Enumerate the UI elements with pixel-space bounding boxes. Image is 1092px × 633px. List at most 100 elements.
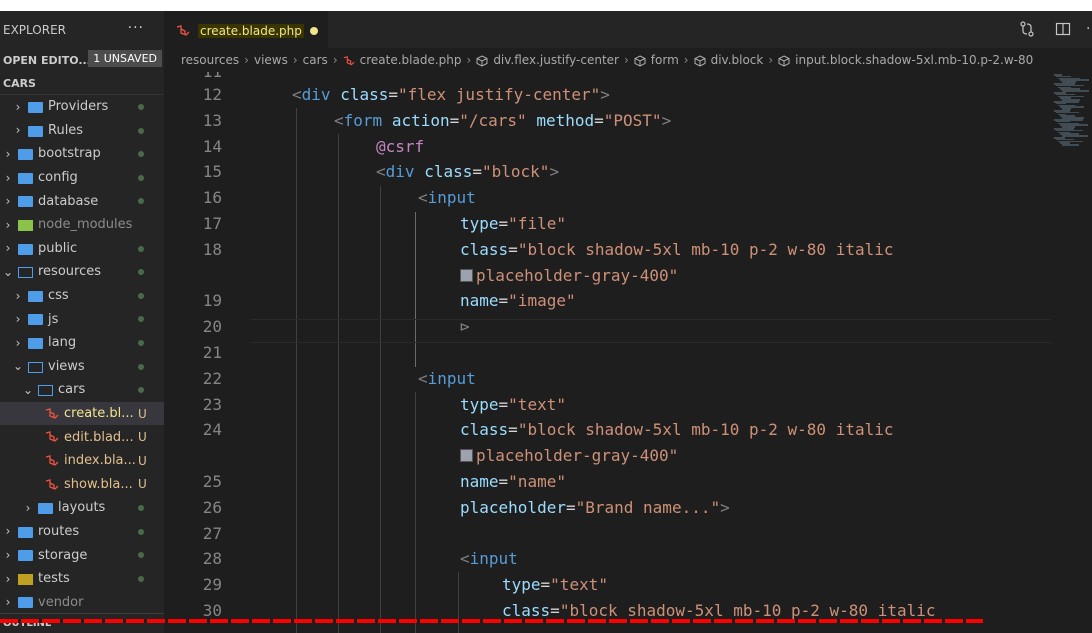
code-line[interactable]: placeholder="Brand name..."> — [460, 498, 730, 517]
tab-bar: create.blade.php · — [164, 11, 1092, 49]
tree-item[interactable]: › public — [0, 237, 164, 261]
breadcrumb-item[interactable]: resources — [181, 53, 239, 67]
chevron-right-icon[interactable]: › — [23, 501, 33, 515]
untracked-status-badge: U — [138, 406, 147, 421]
code-line[interactable]: <input — [418, 188, 476, 207]
more-actions-icon[interactable]: ··· — [128, 20, 144, 36]
tree-item[interactable]: › database — [0, 189, 164, 213]
chevron-right-icon[interactable]: › — [3, 218, 13, 232]
code-line[interactable]: class="block shadow-5xl mb-10 p-2 w-80 i… — [460, 420, 894, 439]
tree-item[interactable]: show.bla... U — [0, 473, 164, 497]
tree-item[interactable]: edit.blad... U — [0, 425, 164, 449]
chevron-right-icon[interactable]: › — [13, 100, 23, 114]
tree-item[interactable]: › Providers — [0, 95, 164, 119]
breadcrumb-label: form — [650, 53, 679, 67]
chevron-right-icon[interactable]: › — [13, 312, 23, 326]
chevron-right-icon[interactable]: › — [3, 171, 13, 185]
line-number: 25 — [202, 472, 222, 491]
chevron-right-icon[interactable]: › — [3, 595, 13, 609]
code-line[interactable]: placeholder-gray-400" — [460, 266, 678, 285]
code-line[interactable]: <input — [418, 369, 476, 388]
line-number: 22 — [202, 368, 222, 388]
breadcrumb-separator-icon: › — [332, 53, 338, 67]
chevron-right-icon[interactable]: › — [3, 147, 13, 161]
tree-item[interactable]: › lang — [0, 331, 164, 355]
tab-create-blade[interactable]: create.blade.php — [164, 11, 328, 49]
code-line[interactable]: class="block shadow-5xl mb-10 p-2 w-80 i… — [460, 240, 894, 259]
tree-item-label: config — [38, 170, 78, 186]
tree-item[interactable]: › css — [0, 284, 164, 308]
breadcrumb-item[interactable]: create.blade.php — [343, 53, 462, 67]
git-status-dot-icon — [138, 363, 144, 370]
tree-item[interactable]: ⌄ views — [0, 355, 164, 379]
tree-item[interactable]: › routes — [0, 520, 164, 544]
code-line[interactable]: <div class="block"> — [376, 162, 559, 181]
code-line[interactable]: name="image" — [460, 291, 576, 310]
breadcrumb-item[interactable]: cars — [303, 53, 328, 67]
tree-item[interactable]: › storage — [0, 543, 164, 567]
breadcrumb-item[interactable]: div.flex.justify-center — [476, 53, 619, 67]
more-actions-icon[interactable]: · — [1086, 21, 1092, 37]
tree-item[interactable]: › Rules — [0, 119, 164, 143]
breadcrumb-separator-icon: › — [244, 53, 249, 67]
tree-item[interactable]: ⌄ resources — [0, 260, 164, 284]
minimap-line — [1062, 135, 1088, 137]
chevron-right-icon[interactable]: › — [13, 123, 23, 137]
folder-icon — [18, 550, 33, 562]
tree-item[interactable]: › vendor — [0, 590, 164, 614]
chevron-down-icon[interactable]: ⌄ — [3, 265, 13, 279]
tree-item[interactable]: › config — [0, 166, 164, 190]
code-line[interactable]: ⊳ — [460, 317, 470, 336]
minimap[interactable] — [1052, 72, 1092, 633]
breadcrumb-item[interactable]: input.block.shadow-5xl.mb-10.p-2.w-80 — [778, 53, 1033, 67]
chevron-down-icon[interactable]: ⌄ — [13, 359, 23, 373]
tree-item[interactable]: › node_modules — [0, 213, 164, 237]
chevron-right-icon[interactable]: › — [3, 194, 13, 208]
breadcrumb-item[interactable]: div.block — [694, 53, 763, 67]
tree-item[interactable]: ⌄ cars — [0, 378, 164, 402]
chevron-right-icon[interactable]: › — [3, 548, 13, 562]
tree-item[interactable]: › tests — [0, 567, 164, 591]
tree-item[interactable]: create.bl... U — [0, 401, 164, 426]
line-number: 27 — [202, 523, 222, 543]
chevron-right-icon[interactable]: › — [3, 572, 13, 586]
breadcrumb-item[interactable]: views — [254, 53, 288, 67]
code-line[interactable]: type="file" — [460, 214, 566, 233]
code-line[interactable]: <input — [460, 549, 518, 568]
project-section[interactable]: CARS — [0, 72, 164, 95]
code-line[interactable]: placeholder-gray-400" — [460, 446, 678, 465]
outline-section[interactable]: OUTLINE — [0, 613, 164, 633]
code-line[interactable]: type="text" — [502, 575, 608, 594]
split-editor-icon[interactable] — [1055, 21, 1071, 37]
tree-item-label: Providers — [48, 99, 109, 115]
code-token: = — [565, 497, 576, 517]
chevron-right-icon[interactable]: › — [3, 241, 13, 255]
tree-item[interactable]: › js — [0, 307, 164, 331]
open-editors-section[interactable]: OPEN EDITO... 1 UNSAVED — [0, 48, 164, 72]
code-line[interactable]: type="text" — [460, 395, 566, 414]
tree-item[interactable]: › bootstrap — [0, 142, 164, 166]
tree-item-label: create.bl... — [64, 406, 134, 422]
color-swatch-icon[interactable] — [460, 449, 473, 463]
code-line[interactable]: name="name" — [460, 472, 566, 491]
project-label: CARS — [3, 76, 36, 90]
chevron-right-icon[interactable]: › — [13, 336, 23, 350]
code-line[interactable]: <div class="flex justify-center"> — [292, 85, 610, 104]
unsaved-dot-icon[interactable] — [310, 27, 318, 35]
code-line[interactable]: @csrf — [376, 137, 424, 156]
code-line[interactable]: <form action="/cars" method="POST"> — [334, 111, 671, 130]
chevron-down-icon[interactable]: ⌄ — [23, 383, 33, 397]
code-editor[interactable]: 11 12<div class="flex justify-center">13… — [164, 72, 1092, 633]
chevron-right-icon[interactable]: › — [3, 524, 13, 538]
breadcrumb-item[interactable]: form — [634, 53, 679, 67]
breadcrumb-label: create.blade.php — [359, 53, 462, 67]
chevron-right-icon[interactable]: › — [13, 289, 23, 303]
tree-item-label: storage — [38, 547, 88, 563]
color-swatch-icon[interactable] — [460, 268, 473, 282]
source-control-compare-icon[interactable] — [1019, 21, 1035, 37]
code-line[interactable]: class="block shadow-5xl mb-10 p-2 w-80 i… — [502, 601, 936, 620]
code-token: = — [550, 601, 560, 620]
tree-item[interactable]: › layouts — [0, 496, 164, 520]
tree-item[interactable]: index.bla... U — [0, 449, 164, 473]
untracked-status-badge: U — [138, 453, 147, 468]
